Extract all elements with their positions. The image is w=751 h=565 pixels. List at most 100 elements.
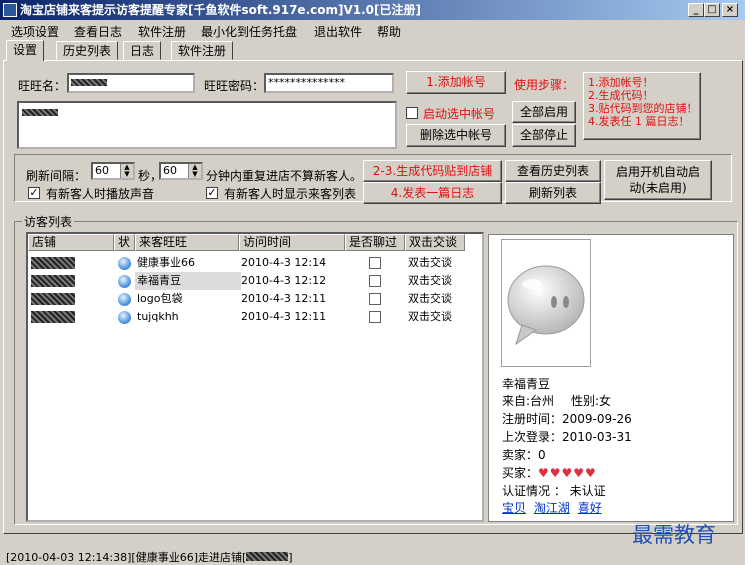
watermark: 最需教育 <box>632 523 716 547</box>
chatted-checkbox[interactable] <box>369 311 381 323</box>
chatted-checkbox[interactable] <box>369 275 381 287</box>
tab-register[interactable]: 软件注册 <box>171 41 234 60</box>
post-log-button[interactable]: 4.发表一篇日志 <box>363 182 502 204</box>
online-status-icon <box>118 275 131 288</box>
maximize-button[interactable]: □ <box>704 3 720 17</box>
menu-help[interactable]: 帮助 <box>377 23 401 40</box>
minimize-button[interactable]: _ <box>688 3 704 17</box>
profile-name: 幸福青豆 <box>502 377 551 391</box>
tab-settings[interactable]: 设置 <box>6 40 45 61</box>
sound-checkbox[interactable]: ✓ <box>28 187 40 199</box>
visit-time: 2010-4-3 12:12 <box>241 274 327 287</box>
redacted-shop <box>31 311 75 323</box>
visit-time: 2010-4-3 12:11 <box>241 292 327 305</box>
step-2: 2.生成代码！ <box>588 89 654 102</box>
settings-panel: 旺旺名： 旺旺密码： ************** 1.添加帐号 使用步骤： 1… <box>3 60 743 534</box>
col-visitor[interactable]: 来客旺旺 <box>135 234 239 251</box>
step-1: 1.添加帐号！ <box>588 76 654 89</box>
profile-gender: 性别:女 <box>571 394 612 408</box>
add-account-button[interactable]: 1.添加帐号 <box>406 71 506 94</box>
spinner-arrows-icon[interactable]: ▲ ▼ <box>188 164 201 178</box>
app-icon <box>3 3 17 17</box>
generate-code-button[interactable]: 2-3.生成代码贴到店铺 <box>363 160 502 182</box>
profile-links: 宝贝 淘江湖 喜好 <box>502 499 602 516</box>
refresh-list-button[interactable]: 刷新列表 <box>505 182 601 204</box>
menu-exit[interactable]: 退出软件 <box>314 23 362 40</box>
col-time[interactable]: 访问时间 <box>239 234 345 251</box>
main-window: 淘宝店铺来客提示访客提醒专家[千鱼软件soft.917e.com]V1.0[已注… <box>0 0 745 565</box>
col-dblclick[interactable]: 双击交谈 <box>405 234 465 251</box>
menu-minimize-tray[interactable]: 最小化到任务托盘 <box>201 23 297 40</box>
tab-log[interactable]: 日志 <box>123 41 162 60</box>
dblclick-chat[interactable]: 双击交谈 <box>408 290 452 308</box>
boot-start-button[interactable]: 启用开机自动启动(未启用) <box>604 160 712 200</box>
online-status-icon <box>118 293 131 306</box>
menu-bar: 选项设置 查看日志 软件注册 最小化到任务托盘 退出软件 帮助 <box>0 21 745 40</box>
show-list-checkbox[interactable]: ✓ <box>206 187 218 199</box>
show-list-label: 有新客人时显示来客列表 <box>224 187 357 201</box>
refresh-spinner[interactable]: 60 ▲ ▼ <box>91 162 135 180</box>
visitor-name: logo包袋 <box>137 292 183 305</box>
sound-label: 有新客人时播放声音 <box>46 187 155 201</box>
auto-start-label: 启动选中帐号 <box>423 107 496 121</box>
status-bar: [2010-04-03 12:14:38][健康事业66]走进店铺[] <box>6 551 293 564</box>
menu-options[interactable]: 选项设置 <box>11 23 59 40</box>
menu-register[interactable]: 软件注册 <box>138 23 186 40</box>
visitor-list[interactable]: 店铺 状 来客旺旺 访问时间 是否聊过 双击交谈 健康事业66 2010-4-3… <box>26 232 484 522</box>
chatted-checkbox[interactable] <box>369 257 381 269</box>
repeat-spinner[interactable]: 60 ▲ ▼ <box>159 162 203 180</box>
redacted-account <box>22 109 58 116</box>
password-input[interactable]: ************** <box>264 73 394 93</box>
link-items[interactable]: 宝贝 <box>502 501 526 515</box>
dblclick-chat[interactable]: 双击交谈 <box>408 254 452 272</box>
stop-all-button[interactable]: 全部停止 <box>512 124 576 147</box>
profile-last-login: 上次登录：2010-03-31 <box>502 430 632 444</box>
title-bar[interactable]: 淘宝店铺来客提示访客提醒专家[千鱼软件soft.917e.com]V1.0[已注… <box>0 0 745 20</box>
refresh-label: 刷新间隔： <box>26 169 87 183</box>
visitor-group-label: 访客列表 <box>22 213 75 230</box>
link-likes[interactable]: 喜好 <box>578 501 602 515</box>
redacted-text <box>71 79 107 86</box>
online-status-icon <box>118 311 131 324</box>
profile-cert: 认证情况 ： 未认证 <box>502 484 606 498</box>
delete-selected-button[interactable]: 删除选中帐号 <box>406 124 506 147</box>
table-row[interactable]: 健康事业66 2010-4-3 12:14 双击交谈 <box>28 254 465 272</box>
window-title: 淘宝店铺来客提示访客提醒专家[千鱼软件soft.917e.com]V1.0[已注… <box>20 3 421 17</box>
profile-buyer: 买家：♥♥♥♥♥ <box>502 466 597 480</box>
profile-seller: 卖家：0 <box>502 448 546 462</box>
chatted-checkbox[interactable] <box>369 293 381 305</box>
view-history-button[interactable]: 查看历史列表 <box>505 160 601 182</box>
menu-view-log[interactable]: 查看日志 <box>74 23 122 40</box>
visit-time: 2010-4-3 12:14 <box>241 256 327 269</box>
link-taojianghu[interactable]: 淘江湖 <box>534 501 570 515</box>
col-status[interactable]: 状 <box>114 234 135 251</box>
redacted-shop <box>31 275 75 287</box>
tab-history[interactable]: 历史列表 <box>56 41 119 60</box>
col-chatted[interactable]: 是否聊过 <box>345 234 405 251</box>
visitor-name: 健康事业66 <box>137 256 195 269</box>
step-3: 3.贴代码到您的店铺！ <box>588 102 698 115</box>
dblclick-chat[interactable]: 双击交谈 <box>408 272 452 290</box>
steps-box: 1.添加帐号！ 2.生成代码！ 3.贴代码到您的店铺！ 4.发表任 1 篇日志！ <box>583 72 701 140</box>
step-4: 4.发表任 1 篇日志！ <box>588 115 690 128</box>
online-status-icon <box>118 257 131 270</box>
start-all-button[interactable]: 全部启用 <box>512 101 576 123</box>
auto-start-checkbox[interactable] <box>406 107 418 119</box>
heart-rating-icon: ♥♥♥♥♥ <box>538 466 597 480</box>
profile-reg-time: 注册时间：2009-09-26 <box>502 412 632 426</box>
visitor-name: tujqkhh <box>137 310 179 323</box>
dblclick-chat[interactable]: 双击交谈 <box>408 308 452 326</box>
spinner-arrows-icon[interactable]: ▲ ▼ <box>120 164 133 178</box>
redacted-shop <box>31 293 75 305</box>
table-row[interactable]: tujqkhh 2010-4-3 12:11 双击交谈 <box>28 308 465 326</box>
table-row[interactable]: logo包袋 2010-4-3 12:11 双击交谈 <box>28 290 465 308</box>
account-list[interactable] <box>17 101 397 149</box>
profile-panel: 幸福青豆 来自:台州 性别:女 注册时间：2009-09-26 上次登录：201… <box>488 234 734 522</box>
visit-time: 2010-4-3 12:11 <box>241 310 327 323</box>
redacted-shop-name <box>246 552 289 561</box>
close-button[interactable]: × <box>722 3 738 17</box>
table-row[interactable]: 幸福青豆 2010-4-3 12:12 双击交谈 <box>28 272 465 290</box>
redacted-shop <box>31 257 75 269</box>
wangwang-input[interactable] <box>67 73 195 93</box>
col-shop[interactable]: 店铺 <box>28 234 114 251</box>
